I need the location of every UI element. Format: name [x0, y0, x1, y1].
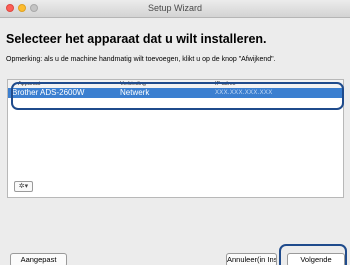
gear-icon: ✲▾ — [18, 183, 29, 190]
page-heading: Selecteer het apparaat dat u wilt instal… — [6, 32, 267, 46]
next-button-highlight — [279, 244, 347, 265]
cancel-button[interactable]: Annuleer(in Inst — [226, 253, 277, 265]
instruction-note: Opmerking: als u de machine handmatig wi… — [6, 56, 276, 63]
title-bar: Setup Wizard — [0, 0, 350, 18]
custom-button[interactable]: Aangepast — [10, 253, 67, 265]
selected-device-highlight — [11, 82, 344, 110]
gear-menu-button[interactable]: ✲▾ — [14, 181, 33, 192]
setup-wizard-window: Setup Wizard Selecteer het apparaat dat … — [0, 0, 350, 265]
window-title: Setup Wizard — [147, 3, 203, 13]
